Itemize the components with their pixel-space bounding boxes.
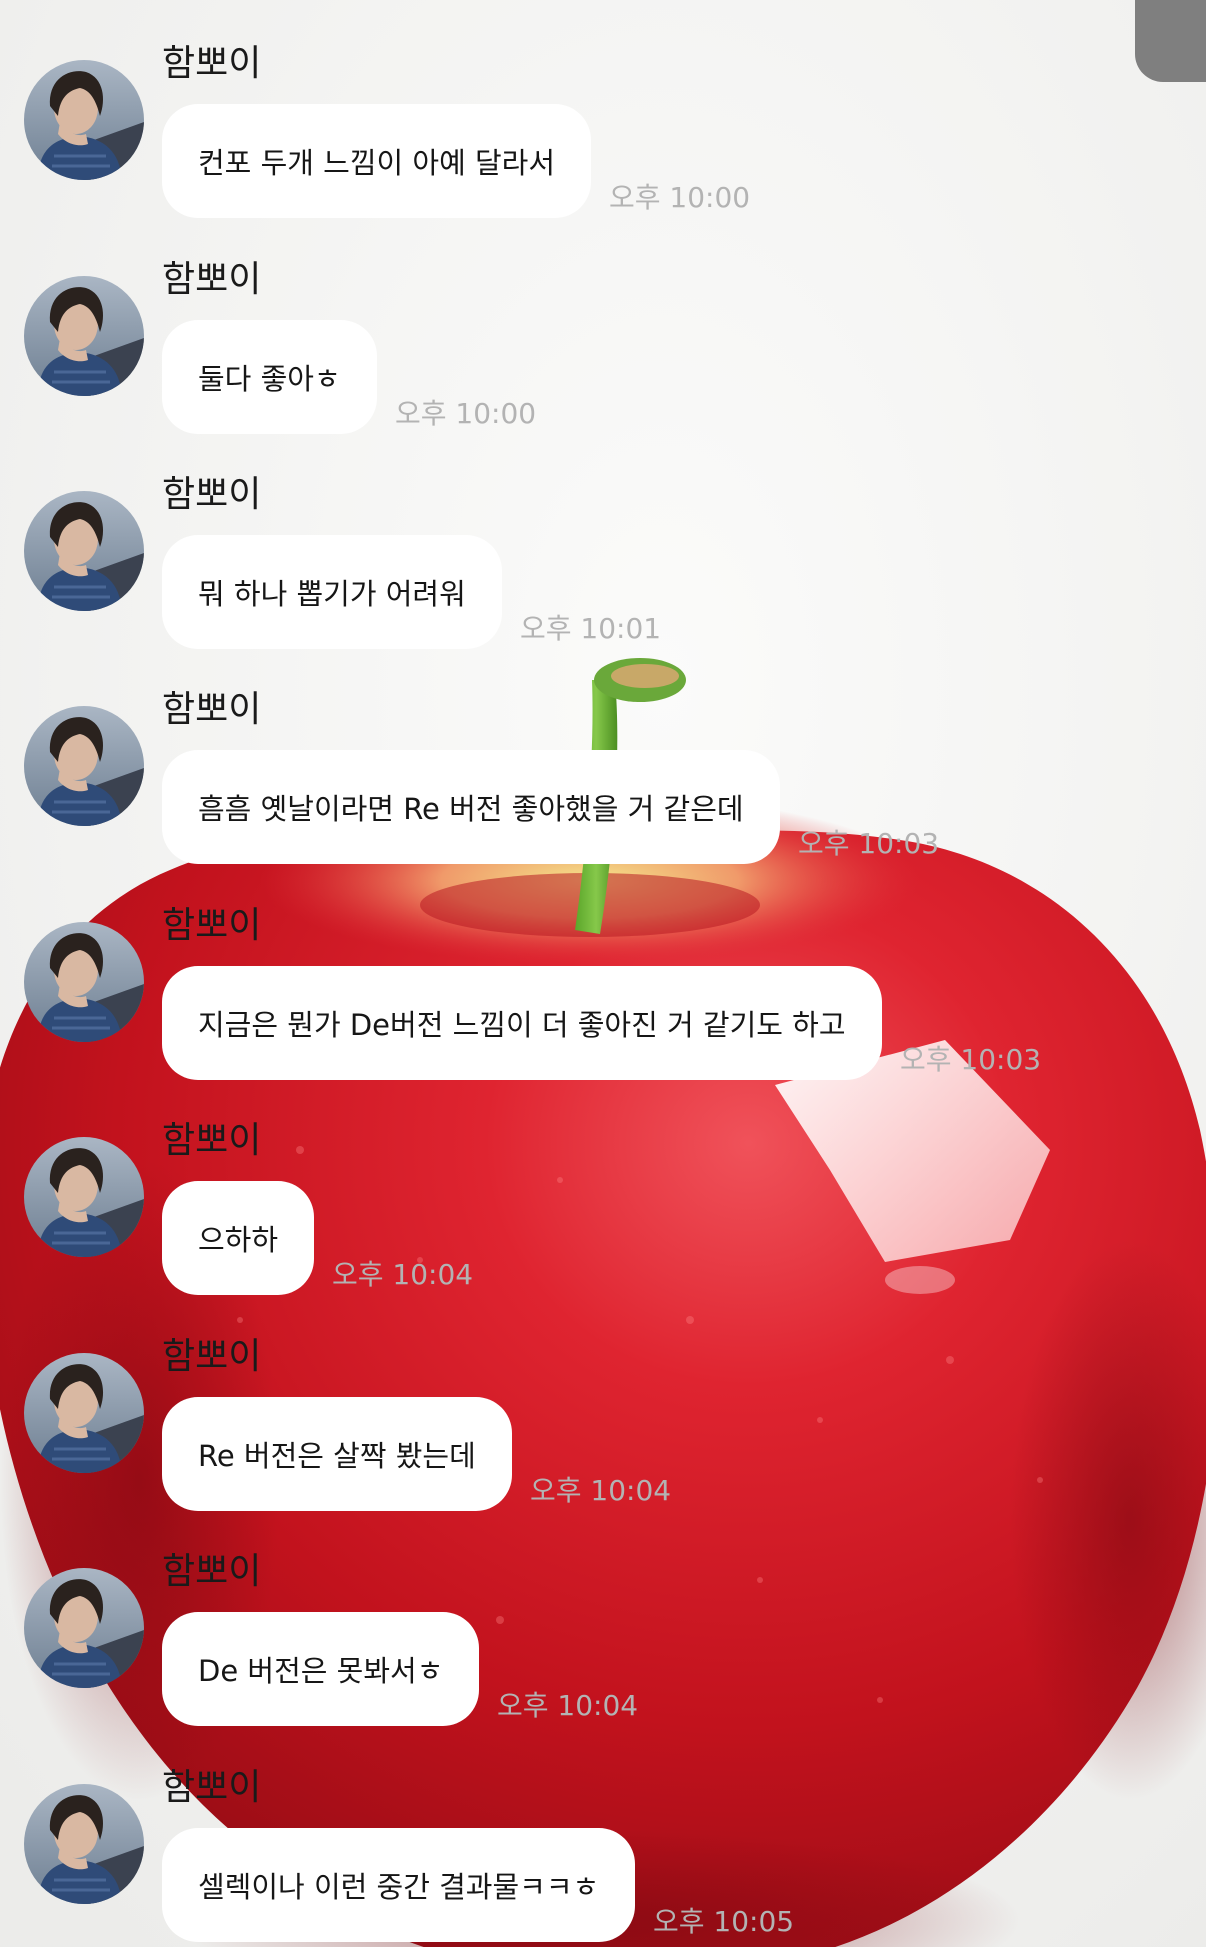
sender-name: 함뽀이 <box>162 1551 262 1592</box>
profile-photo-icon <box>24 1137 144 1257</box>
message-time: 오후 10:01 <box>520 612 662 645</box>
message-row: 함뽀이 둘다 좋아ㅎ 오후 10:00 <box>0 246 1206 446</box>
profile-photo-icon <box>24 1784 144 1904</box>
message-time: 오후 10:03 <box>900 1043 1042 1076</box>
message-bubble[interactable]: 뭐 하나 뽑기가 어려워 <box>162 535 502 649</box>
profile-photo-icon <box>24 706 144 826</box>
message-bubble[interactable]: 컨포 두개 느낌이 아예 달라서 <box>162 104 592 218</box>
avatar[interactable] <box>24 1353 144 1473</box>
avatar[interactable] <box>24 1568 144 1688</box>
message-row: 함뽀이 으하하 오후 10:04 <box>0 1107 1206 1307</box>
sender-name: 함뽀이 <box>162 1336 262 1377</box>
profile-photo-icon <box>24 922 144 1042</box>
sender-name: 함뽀이 <box>162 905 262 946</box>
message-row: 함뽀이 셀렉이나 이런 중간 결과물ㅋㅋㅎ 오후 10:05 <box>0 1754 1206 1947</box>
message-bubble[interactable]: 둘다 좋아ㅎ <box>162 320 377 434</box>
profile-photo-icon <box>24 1353 144 1473</box>
profile-photo-icon <box>24 491 144 611</box>
sender-name: 함뽀이 <box>162 1120 262 1161</box>
message-time: 오후 10:00 <box>395 397 537 430</box>
chat-screen: 함뽀이 컨포 두개 느낌이 아예 달라서 오후 10:00 함뽀이 둘다 좋아ㅎ… <box>0 0 1206 1947</box>
avatar[interactable] <box>24 1137 144 1257</box>
profile-photo-icon <box>24 60 144 180</box>
sender-name: 함뽀이 <box>162 43 262 84</box>
profile-photo-icon <box>24 1568 144 1688</box>
message-time: 오후 10:04 <box>332 1258 474 1291</box>
message-time: 오후 10:05 <box>653 1905 795 1938</box>
message-row: 함뽀이 De 버전은 못봐서ㅎ 오후 10:04 <box>0 1538 1206 1738</box>
message-row: 함뽀이 흠흠 옛날이라면 Re 버전 좋아했을 거 같은데 오후 10:03 <box>0 676 1206 876</box>
sender-name: 함뽀이 <box>162 259 262 300</box>
avatar[interactable] <box>24 1784 144 1904</box>
message-row: 함뽀이 지금은 뭔가 De버전 느낌이 더 좋아진 거 같기도 하고 오후 10… <box>0 892 1206 1092</box>
avatar[interactable] <box>24 706 144 826</box>
sender-name: 함뽀이 <box>162 474 262 515</box>
avatar[interactable] <box>24 276 144 396</box>
message-bubble[interactable]: 셀렉이나 이런 중간 결과물ㅋㅋㅎ <box>162 1828 636 1942</box>
message-bubble[interactable]: Re 버전은 살짝 봤는데 <box>162 1397 512 1511</box>
profile-photo-icon <box>24 276 144 396</box>
message-row: 함뽀이 Re 버전은 살짝 봤는데 오후 10:04 <box>0 1323 1206 1523</box>
avatar[interactable] <box>24 60 144 180</box>
message-bubble[interactable]: 지금은 뭔가 De버전 느낌이 더 좋아진 거 같기도 하고 <box>162 966 882 1080</box>
avatar[interactable] <box>24 922 144 1042</box>
message-time: 오후 10:04 <box>530 1474 672 1507</box>
message-time: 오후 10:03 <box>798 827 940 860</box>
message-bubble[interactable]: 으하하 <box>162 1181 315 1295</box>
message-time: 오후 10:04 <box>497 1689 639 1722</box>
sender-name: 함뽀이 <box>162 1767 262 1808</box>
message-row: 함뽀이 뭐 하나 뽑기가 어려워 오후 10:01 <box>0 461 1206 661</box>
avatar[interactable] <box>24 491 144 611</box>
message-bubble[interactable]: De 버전은 못봐서ㅎ <box>162 1612 480 1726</box>
message-bubble[interactable]: 흠흠 옛날이라면 Re 버전 좋아했을 거 같은데 <box>162 750 780 864</box>
message-time: 오후 10:00 <box>609 181 751 214</box>
message-row: 함뽀이 컨포 두개 느낌이 아예 달라서 오후 10:00 <box>0 30 1206 230</box>
sender-name: 함뽀이 <box>162 689 262 730</box>
